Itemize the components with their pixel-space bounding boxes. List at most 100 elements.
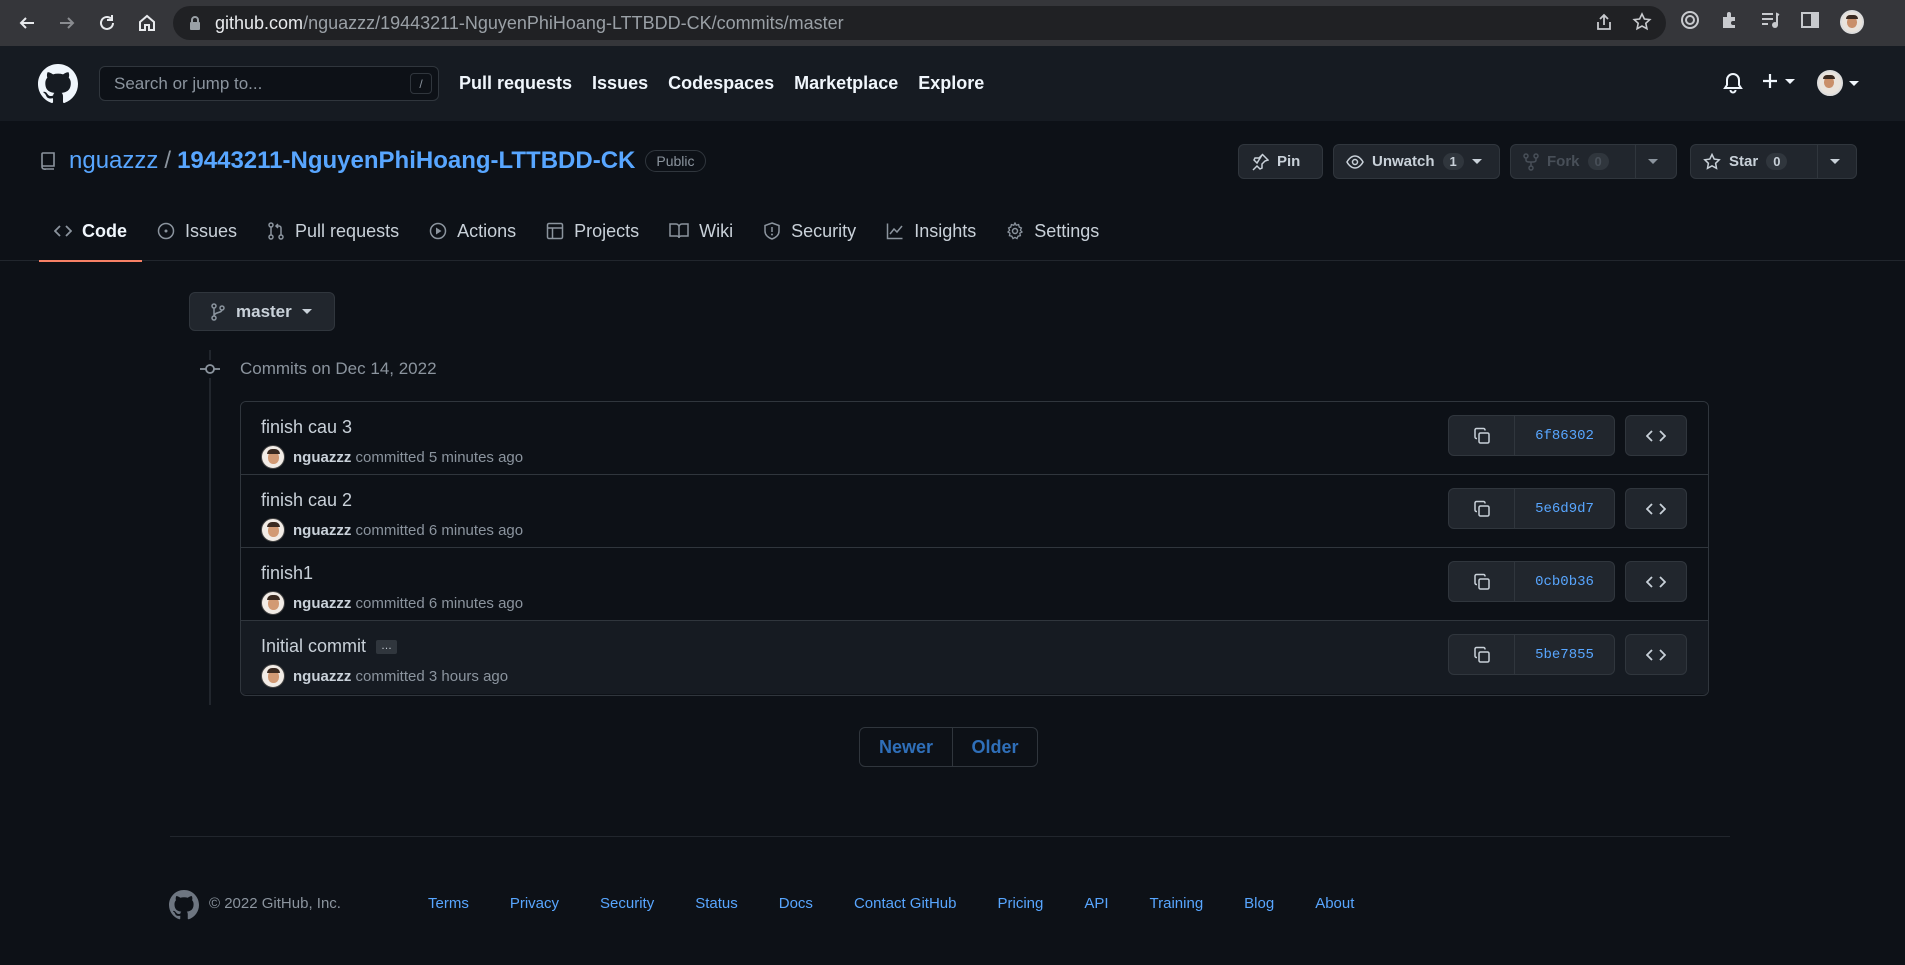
nav-explore[interactable]: Explore (918, 73, 984, 94)
address-bar[interactable]: github.com/nguazzz/19443211-NguyenPhiHoa… (173, 6, 1666, 40)
repo-owner-link[interactable]: nguazzz (69, 147, 158, 175)
tab-settings[interactable]: Settings (991, 201, 1114, 261)
home-icon[interactable] (134, 10, 160, 36)
extension-target-icon[interactable] (1680, 10, 1700, 34)
timeline-line (209, 350, 211, 705)
footer-link-about[interactable]: About (1315, 895, 1354, 912)
fork-dropdown[interactable] (1636, 145, 1670, 178)
tab-wiki[interactable]: Wiki (654, 201, 748, 261)
fork-button[interactable]: Fork 0 (1510, 144, 1677, 179)
notifications-bell-icon[interactable] (1723, 72, 1743, 94)
tab-projects[interactable]: Projects (531, 201, 654, 261)
chevron-down-icon (1648, 159, 1658, 164)
commit-verb: committed (355, 667, 425, 685)
watch-count: 1 (1442, 153, 1464, 170)
commit-sha-link[interactable]: 6f86302 (1515, 416, 1614, 455)
footer-link-terms[interactable]: Terms (428, 895, 469, 912)
bookmark-star-icon[interactable] (1632, 12, 1652, 32)
tab-code-label: Code (82, 220, 127, 241)
chevron-down-icon (1830, 159, 1840, 164)
sha-button-group: 6f86302 (1448, 415, 1615, 456)
nav-pull-requests[interactable]: Pull requests (459, 73, 572, 94)
repo-name-link[interactable]: 19443211-NguyenPhiHoang-LTTBDD-CK (177, 147, 635, 175)
nav-codespaces[interactable]: Codespaces (668, 73, 774, 94)
footer-link-docs[interactable]: Docs (779, 895, 813, 912)
share-icon[interactable] (1594, 12, 1614, 32)
browser-profile-avatar[interactable] (1840, 10, 1864, 34)
tab-insights[interactable]: Insights (871, 201, 991, 261)
browse-repository-button[interactable] (1625, 634, 1687, 675)
branch-name: master (236, 301, 292, 321)
copy-sha-button[interactable] (1449, 635, 1515, 674)
reload-icon[interactable] (94, 10, 120, 36)
commit-sha-link[interactable]: 5e6d9d7 (1515, 489, 1614, 528)
footer-link-training[interactable]: Training (1150, 895, 1204, 912)
footer-link-blog[interactable]: Blog (1244, 895, 1274, 912)
media-icon[interactable] (1760, 10, 1780, 34)
forward-icon[interactable] (54, 10, 80, 36)
tab-actions[interactable]: Actions (414, 201, 531, 261)
browse-repository-button[interactable] (1625, 561, 1687, 602)
older-button[interactable]: Older (953, 728, 1037, 766)
commit-message-link[interactable]: finish1 (261, 563, 313, 584)
commit-row: Initial commit … nguazzz committed 3 hou… (241, 621, 1708, 694)
copy-sha-button[interactable] (1449, 416, 1515, 455)
branch-select-button[interactable]: master (189, 292, 335, 331)
commit-author-link[interactable]: nguazzz (293, 449, 351, 466)
footer-link-pricing[interactable]: Pricing (997, 895, 1043, 912)
back-icon[interactable] (14, 10, 40, 36)
tab-pull-requests-label: Pull requests (295, 220, 400, 241)
commit-message-link[interactable]: finish cau 3 (261, 417, 352, 438)
commit-sha-link[interactable]: 5be7855 (1515, 635, 1614, 674)
code-icon (1646, 502, 1666, 515)
side-panel-icon[interactable] (1800, 10, 1820, 34)
pin-icon (1252, 152, 1269, 171)
footer-link-api[interactable]: API (1084, 895, 1108, 912)
commit-author-link[interactable]: nguazzz (293, 595, 351, 612)
create-new-menu[interactable] (1761, 72, 1795, 90)
commit-message-link[interactable]: finish cau 2 (261, 490, 352, 511)
commit-verb: committed (355, 448, 425, 466)
commit-message: finish1 (261, 563, 314, 583)
tab-code[interactable]: Code (39, 201, 142, 262)
visibility-badge: Public (645, 150, 706, 172)
browse-repository-button[interactable] (1625, 488, 1687, 529)
newer-button[interactable]: Newer (860, 728, 953, 766)
extensions-puzzle-icon[interactable] (1720, 10, 1740, 34)
github-mark-icon[interactable] (169, 890, 199, 920)
chevron-down-icon (1471, 159, 1482, 164)
tab-issues[interactable]: Issues (142, 201, 252, 261)
commit-sha-link[interactable]: 0cb0b36 (1515, 562, 1614, 601)
watch-button[interactable]: Unwatch 1 (1333, 144, 1500, 179)
footer-link-security[interactable]: Security (600, 895, 654, 912)
copy-sha-button[interactable] (1449, 562, 1515, 601)
github-logo-icon[interactable] (38, 64, 78, 104)
commit-time: 3 hours ago (428, 667, 509, 685)
expand-message-button[interactable]: … (376, 639, 398, 654)
commit-author-link[interactable]: nguazzz (293, 522, 351, 539)
author-avatar[interactable] (261, 518, 285, 542)
author-avatar[interactable] (261, 664, 285, 688)
star-button[interactable]: Star 0 (1690, 144, 1857, 179)
fork-label: Fork (1547, 153, 1580, 170)
commit-author-link[interactable]: nguazzz (293, 668, 351, 685)
copy-sha-button[interactable] (1449, 489, 1515, 528)
pagination: Newer Older (859, 727, 1038, 767)
author-avatar[interactable] (261, 445, 285, 469)
footer-link-status[interactable]: Status (695, 895, 738, 912)
tab-pull-requests[interactable]: Pull requests (252, 201, 414, 261)
nav-issues[interactable]: Issues (592, 73, 648, 94)
user-menu[interactable] (1817, 70, 1859, 96)
pin-button[interactable]: Pin (1238, 144, 1323, 179)
author-avatar[interactable] (261, 591, 285, 615)
footer-link-contact[interactable]: Contact GitHub (854, 895, 957, 912)
code-icon (1646, 648, 1666, 661)
star-list-dropdown[interactable] (1818, 145, 1852, 178)
commit-message-link[interactable]: Initial commit (261, 636, 366, 657)
eye-icon (1346, 154, 1364, 169)
tab-security[interactable]: Security (748, 201, 871, 261)
search-input[interactable]: Search or jump to... / (99, 66, 439, 101)
browse-repository-button[interactable] (1625, 415, 1687, 456)
footer-link-privacy[interactable]: Privacy (510, 895, 559, 912)
nav-marketplace[interactable]: Marketplace (794, 73, 898, 94)
